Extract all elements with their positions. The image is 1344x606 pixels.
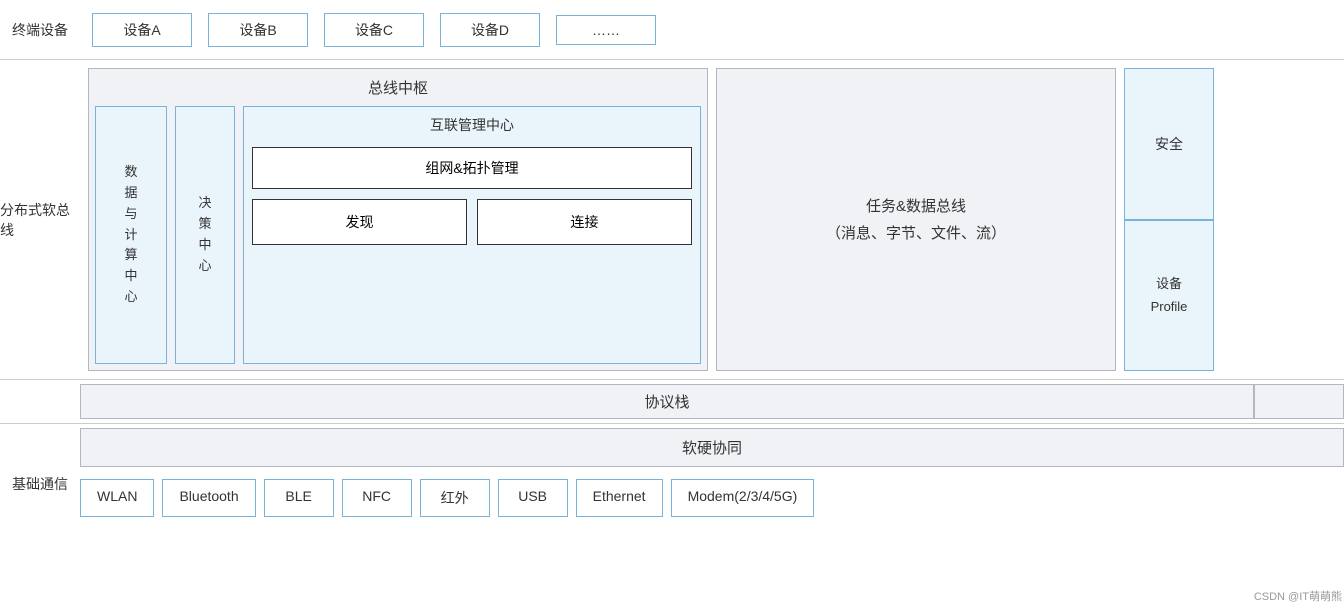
watermark: CSDN @IT萌萌熊 [1254,588,1342,604]
protocol-content: 协议栈 [80,384,1254,419]
comm-item-box: NFC [342,479,412,517]
protocol-label-empty [0,380,80,423]
comm-items: WLANBluetoothBLENFC红外USBEthernetModem(2/… [80,475,1344,521]
interlink-box: 互联管理中心 组网&拓扑管理 发现 连接 [243,106,701,364]
connect-box: 连接 [477,199,692,245]
comm-item-box: Bluetooth [162,479,255,517]
profile-box: 设备Profile [1124,220,1214,372]
data-center-box: 数据与计算中心 [95,106,167,364]
decision-box: 决策中心 [175,106,235,364]
device-box: 设备C [324,13,424,47]
bus-hub-title: 总线中枢 [95,75,701,98]
data-center-label: 数据与计算中心 [124,162,137,308]
bus-label: 分布式软总线 [0,60,80,379]
device-profile-label: 设备Profile [1151,272,1188,319]
terminal-row: 终端设备 设备A 设备B 设备C 设备D …… [0,0,1344,60]
task-bus-line1: 任务&数据总线 [826,193,1006,220]
device-box: 设备B [208,13,308,47]
decision-label: 决策中心 [198,193,211,276]
comm-item-box: Ethernet [576,479,663,517]
task-bus-content: 任务&数据总线 （消息、字节、文件、流） [826,193,1006,247]
comm-item-box: BLE [264,479,334,517]
comm-item-box: Modem(2/3/4/5G) [671,479,815,517]
protocol-title: 协议栈 [644,391,689,412]
basic-label: 基础通信 [0,424,80,544]
protocol-row: 协议栈 [0,380,1344,424]
interlink-title: 互联管理中心 [252,115,692,135]
task-bus-box: 任务&数据总线 （消息、字节、文件、流） [716,68,1116,371]
safety-box: 安全 [1124,68,1214,220]
terminal-content: 设备A 设备B 设备C 设备D …… [80,8,1344,51]
hw-cowork-box: 软硬协同 [80,428,1344,467]
comm-item-box: USB [498,479,568,517]
bus-hub-inner: 数据与计算中心 决策中心 互联管理中心 组网&拓扑管理 发现 连接 [95,106,701,364]
right-side-boxes: 安全 设备Profile [1124,68,1214,371]
basic-row: 基础通信 软硬协同 WLANBluetoothBLENFC红外USBEthern… [0,424,1344,544]
task-bus-line2: （消息、字节、文件、流） [826,220,1006,247]
device-box: 设备A [92,13,192,47]
network-mgmt-box: 组网&拓扑管理 [252,147,692,189]
bus-hub-box: 总线中枢 数据与计算中心 决策中心 互联管理中心 组网&拓扑管理 [88,68,708,371]
interlink-bottom: 发现 连接 [252,199,692,245]
discover-box: 发现 [252,199,467,245]
device-box: …… [556,15,656,45]
terminal-label: 终端设备 [0,8,80,51]
basic-right: 软硬协同 WLANBluetoothBLENFC红外USBEthernetMod… [80,424,1344,544]
protocol-right-spacer [1254,384,1344,419]
page-wrapper: 终端设备 设备A 设备B 设备C 设备D …… 分布式软总线 总线中枢 数据与计算中心 … [0,0,1344,606]
device-box: 设备D [440,13,540,47]
bus-content: 总线中枢 数据与计算中心 决策中心 互联管理中心 组网&拓扑管理 [80,60,1344,379]
bus-row: 分布式软总线 总线中枢 数据与计算中心 决策中心 互联管理中心 [0,60,1344,380]
comm-item-box: 红外 [420,479,490,517]
comm-item-box: WLAN [80,479,154,517]
